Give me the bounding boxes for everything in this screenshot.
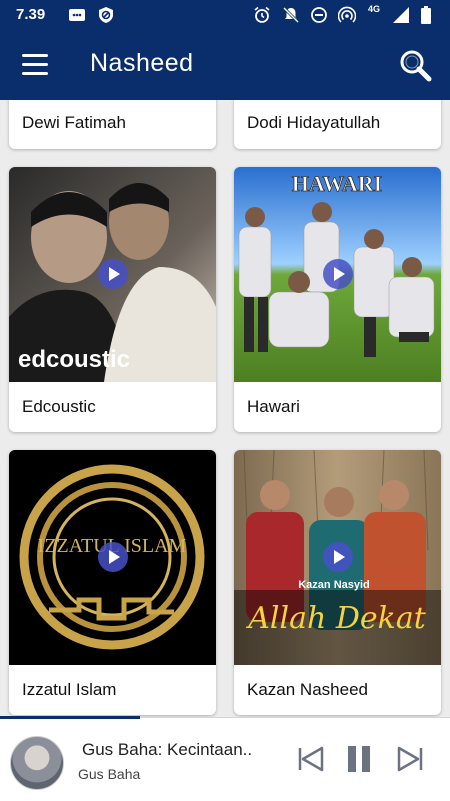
playback-progress[interactable] <box>0 716 140 719</box>
artist-card[interactable]: HAWARI Hawari <box>234 167 441 432</box>
cover-text: edcoustic <box>18 346 130 373</box>
track-avatar <box>10 736 64 790</box>
menu-icon[interactable] <box>22 54 48 76</box>
play-icon[interactable] <box>98 259 128 289</box>
do-not-disturb-icon <box>311 7 327 23</box>
shield-icon <box>99 7 113 23</box>
artist-name: Izzatul Islam <box>22 680 117 699</box>
status-bar: 7.39 4G <box>0 0 450 30</box>
page-title: Nasheed <box>90 49 194 77</box>
cover-text: HAWARI <box>292 171 382 196</box>
network-type: 4G <box>368 4 381 14</box>
artist-name: Dewi Fatimah <box>22 113 126 132</box>
artist-card[interactable]: Kazan Nasyid Allah Dekat Kazan Nasheed <box>234 450 441 715</box>
artist-cover: HAWARI <box>234 167 441 382</box>
artist-name: Kazan Nasheed <box>247 680 368 699</box>
play-icon[interactable] <box>98 542 128 572</box>
play-icon[interactable] <box>323 542 353 572</box>
status-time: 7.39 <box>16 6 46 23</box>
alarm-icon <box>254 6 270 23</box>
artist-cover: Kazan Nasyid Allah Dekat <box>234 450 441 665</box>
track-title: Gus Baha: Kecintaan.. <box>82 740 253 759</box>
previous-icon[interactable] <box>295 743 327 775</box>
artist-name: Hawari <box>247 397 300 416</box>
artist-card[interactable]: edcoustic Edcoustic <box>9 167 216 432</box>
artist-card[interactable]: Dodi Hidayatullah <box>234 100 441 149</box>
artist-grid: Dewi Fatimah Dodi Hidayatullah edcoustic <box>0 100 450 720</box>
artist-cover: edcoustic <box>9 167 216 382</box>
artist-name: Dodi Hidayatullah <box>247 113 381 132</box>
play-icon[interactable] <box>323 259 353 289</box>
cover-text: Kazan Nasyid <box>298 579 370 591</box>
track-artist: Gus Baha <box>78 766 141 782</box>
message-icon <box>69 9 85 21</box>
app-bar: Nasheed <box>0 30 450 100</box>
pause-icon[interactable] <box>343 743 375 775</box>
next-icon[interactable] <box>394 743 426 775</box>
cover-script: Allah Dekat <box>245 601 426 636</box>
mini-player[interactable]: Gus Baha: Kecintaan.. Gus Baha <box>0 716 450 801</box>
hotspot-icon <box>338 6 356 23</box>
notifications-off-icon <box>282 6 300 24</box>
signal-icon <box>393 7 409 23</box>
artist-card[interactable]: IZZATUL ISLAM Izzatul Islam <box>9 450 216 715</box>
battery-icon <box>421 6 431 24</box>
search-icon[interactable] <box>398 48 432 82</box>
artist-name: Edcoustic <box>22 397 96 416</box>
artist-cover: IZZATUL ISLAM <box>9 450 216 665</box>
artist-card[interactable]: Dewi Fatimah <box>9 100 216 149</box>
